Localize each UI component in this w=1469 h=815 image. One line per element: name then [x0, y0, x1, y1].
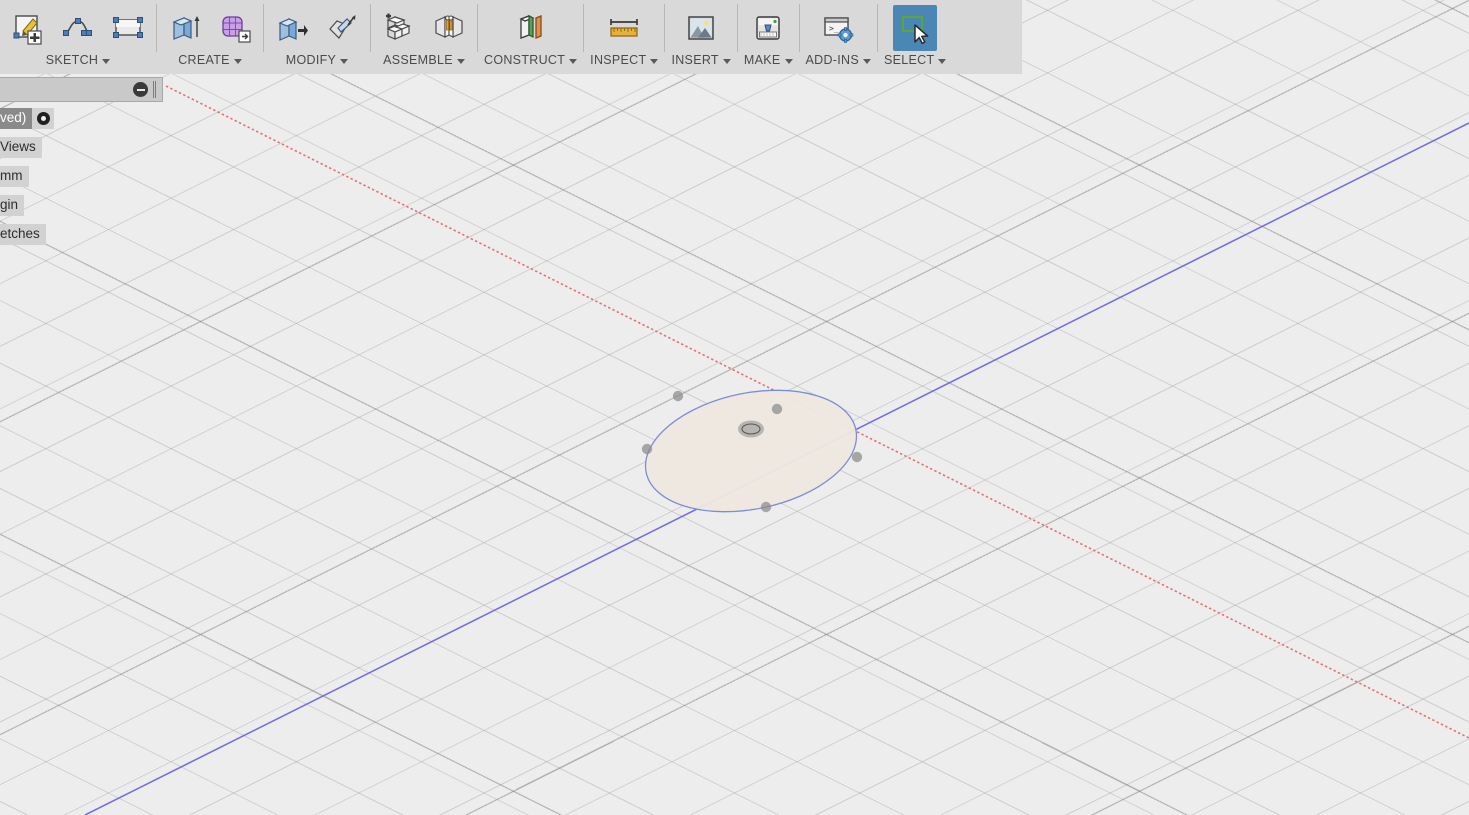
chevron-down-icon[interactable]	[340, 58, 349, 64]
move-copy-icon[interactable]	[320, 5, 364, 51]
toolbar-group-label[interactable]: INSERT	[671, 53, 731, 73]
toolbar-group-label[interactable]: CONSTRUCT	[484, 53, 578, 73]
sketch-handle	[851, 451, 863, 463]
tree-item-label: etches	[0, 224, 46, 245]
toolbar-group-label-text: ASSEMBLE	[383, 53, 453, 67]
toolbar-group-label[interactable]: MAKE	[744, 54, 793, 73]
visibility-toggle-icon[interactable]	[32, 108, 55, 129]
press-pull-icon[interactable]	[270, 5, 314, 51]
x-axis-line	[165, 85, 1469, 739]
grid-minor	[0, 0, 1469, 815]
toolbar-group-assemble[interactable]: ASSEMBLE	[371, 0, 477, 74]
y-axis-line	[84, 122, 1469, 815]
grid-major	[0, 0, 1469, 815]
toolbar-group-label-text: MODIFY	[285, 53, 337, 67]
chevron-down-icon[interactable]	[784, 58, 793, 64]
circle-sketch[interactable]	[0, 0, 1469, 815]
sketch-profile[interactable]	[635, 373, 868, 529]
measure-icon[interactable]	[602, 5, 646, 51]
tree-item-named-views[interactable]: Views	[0, 137, 170, 158]
rectangle-icon[interactable]	[106, 5, 150, 51]
offset-plane-icon[interactable]	[509, 5, 553, 51]
toolbar-group-label[interactable]: SELECT	[884, 53, 947, 73]
chevron-down-icon[interactable]	[938, 58, 947, 64]
collapse-panel-icon[interactable]	[133, 82, 148, 97]
svg-text:>_: >_	[829, 24, 839, 33]
tree-item-label: ved)	[0, 108, 33, 129]
toolbar-group-label-text: SKETCH	[45, 53, 99, 67]
toolbar-group-make[interactable]: MAKE	[738, 0, 799, 74]
chevron-down-icon[interactable]	[863, 58, 871, 64]
new-component-icon[interactable]	[377, 5, 421, 51]
sketch-handle	[771, 403, 783, 415]
create-sketch-icon[interactable]	[6, 5, 50, 51]
origin-point[interactable]	[738, 420, 764, 438]
origin-axes	[84, 85, 1469, 815]
sketch-handle	[672, 390, 684, 402]
scripts-addins-icon[interactable]: >_	[816, 5, 860, 51]
toolbar-group-construct[interactable]: CONSTRUCT	[478, 0, 583, 74]
chevron-down-icon[interactable]	[233, 58, 242, 64]
chevron-down-icon[interactable]	[650, 58, 659, 64]
tree-item-label: mm	[0, 166, 29, 187]
fusion360-window: SKETCH CREATE MODIFY ASSEMBLE CONSTRUCT …	[0, 0, 1469, 815]
toolbar-group-insert[interactable]: INSERT	[665, 0, 736, 74]
toolbar-group-label-text: INSERT	[671, 53, 719, 67]
toolbar-group-label-text: INSPECT	[590, 53, 647, 67]
toolbar-group-label-text: CONSTRUCT	[484, 53, 566, 67]
select-tool-icon[interactable]	[893, 5, 938, 51]
toolbar-group-select[interactable]: SELECT	[878, 0, 952, 74]
toolbar-group-label[interactable]: SKETCH	[46, 54, 111, 73]
extrude-icon[interactable]	[163, 5, 207, 51]
3d-print-icon[interactable]	[746, 5, 790, 51]
browser-panel-header[interactable]	[0, 77, 163, 102]
chevron-down-icon[interactable]	[102, 58, 111, 64]
toolbar-group-label[interactable]: MODIFY	[285, 53, 349, 73]
toolbar-group-label[interactable]: ASSEMBLE	[383, 54, 465, 73]
tree-item-unsaved[interactable]: ved)	[0, 108, 170, 129]
panel-resize-handle[interactable]	[153, 81, 158, 98]
joint-icon[interactable]	[427, 5, 471, 51]
sketch-handle	[641, 443, 653, 455]
sketch-handle	[760, 501, 772, 513]
chevron-down-icon[interactable]	[456, 58, 465, 64]
toolbar-group-sketch[interactable]: SKETCH	[0, 0, 156, 74]
toolbar-group-label-text: SELECT	[884, 53, 935, 67]
3d-viewport[interactable]	[0, 0, 1469, 815]
chevron-down-icon[interactable]	[722, 58, 731, 64]
tree-item-label: gin	[0, 195, 25, 216]
toolbar-group-label[interactable]: ADD-INS	[805, 53, 871, 73]
toolbar-group-label-text: CREATE	[178, 53, 230, 67]
toolbar-group-create[interactable]: CREATE	[157, 0, 263, 74]
main-toolbar[interactable]: SKETCH CREATE MODIFY ASSEMBLE CONSTRUCT …	[0, 0, 1022, 74]
toolbar-group-label-text: MAKE	[743, 53, 781, 67]
sketch-handles[interactable]	[641, 390, 863, 513]
toolbar-group-modify[interactable]: MODIFY	[264, 0, 370, 74]
toolbar-group-addins[interactable]: >_ ADD-INS	[800, 0, 878, 74]
tree-item-document-settings[interactable]: mm	[0, 166, 170, 187]
tree-item-sketches[interactable]: etches	[0, 224, 170, 245]
insert-image-icon[interactable]	[679, 5, 723, 51]
tree-item-origin[interactable]: gin	[0, 195, 170, 216]
spline-icon[interactable]	[56, 5, 100, 51]
browser-tree[interactable]: ved) Views mm gin etches	[0, 108, 170, 253]
chevron-down-icon[interactable]	[569, 58, 578, 64]
tree-item-label: Views	[0, 137, 42, 158]
toolbar-group-label-text: ADD-INS	[805, 53, 859, 67]
create-form-icon[interactable]	[213, 5, 257, 51]
toolbar-group-label[interactable]: INSPECT	[590, 53, 659, 73]
toolbar-group-label[interactable]: CREATE	[178, 54, 242, 73]
toolbar-group-inspect[interactable]: INSPECT	[584, 0, 664, 74]
